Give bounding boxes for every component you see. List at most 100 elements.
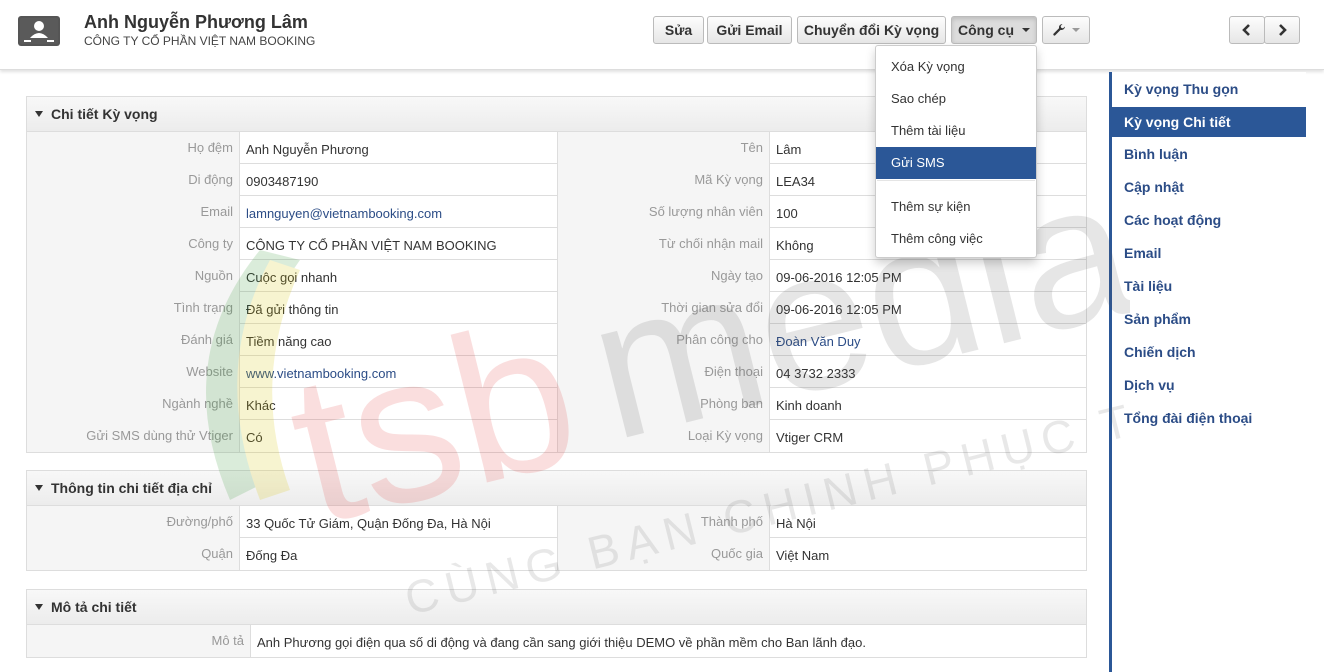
field-label: Gửi SMS dùng thử Vtiger bbox=[27, 420, 240, 452]
nav-item-email[interactable]: Email bbox=[1112, 238, 1306, 268]
field-label: Tên bbox=[558, 132, 770, 164]
field-value: Việt Nam bbox=[776, 548, 830, 563]
field-label: Phòng ban bbox=[558, 388, 770, 420]
field-value: Đống Đa bbox=[240, 538, 558, 570]
field-value: Có bbox=[240, 420, 558, 452]
edit-button[interactable]: Sửa bbox=[653, 16, 704, 44]
nav-item-details[interactable]: Kỳ vọng Chi tiết bbox=[1112, 107, 1306, 137]
field-value[interactable]: www.vietnambooking.com bbox=[240, 356, 558, 388]
block-title: Chi tiết Kỳ vọng bbox=[51, 106, 158, 122]
field-label: Điện thoại bbox=[558, 356, 770, 388]
table-row: Mô tả Anh Phương gọi điện qua số di động… bbox=[27, 625, 1086, 657]
field-label: Đường/phố bbox=[27, 506, 240, 538]
field-value[interactable]: lamnguyen@vietnambooking.com bbox=[240, 196, 558, 228]
field-label: Công ty bbox=[27, 228, 240, 260]
field-label: Di động bbox=[27, 164, 240, 196]
nav-item-campaigns[interactable]: Chiến dịch bbox=[1112, 337, 1306, 367]
field-value: Vtiger CRM bbox=[776, 430, 844, 445]
nav-item-comments[interactable]: Bình luận bbox=[1112, 139, 1306, 169]
field-value: Khác bbox=[240, 388, 558, 420]
field-value: 04 3732 2333 bbox=[776, 366, 856, 381]
menu-item-add-document[interactable]: Thêm tài liệu bbox=[876, 115, 1036, 147]
field-value: Kinh doanh bbox=[776, 398, 842, 413]
table-row: Quận Đống Đa Quốc gia Việt Nam bbox=[27, 538, 1086, 570]
tools-dropdown-button[interactable]: Công cụ bbox=[951, 16, 1037, 44]
settings-dropdown-button[interactable] bbox=[1042, 16, 1090, 44]
record-header: Anh Nguyễn Phương Lâm CÔNG TY CỔ PHẦN VI… bbox=[0, 0, 1324, 70]
table-row: Tình trạng Đã gửi thông tin Thời gian sửa … bbox=[27, 292, 1086, 324]
field-label: Loại Kỳ vọng bbox=[558, 420, 770, 452]
block-title: Thông tin chi tiết địa chỉ bbox=[51, 480, 212, 496]
contact-card-icon bbox=[18, 16, 60, 46]
field-label: Từ chối nhận mail bbox=[558, 228, 770, 260]
previous-record-button[interactable] bbox=[1229, 16, 1265, 44]
nav-item-services[interactable]: Dịch vụ bbox=[1112, 370, 1306, 400]
nav-item-updates[interactable]: Cập nhật bbox=[1112, 172, 1306, 202]
convert-lead-button[interactable]: Chuyển đổi Kỳ vọng bbox=[797, 16, 946, 44]
nav-item-activities[interactable]: Các hoạt động bbox=[1112, 205, 1306, 235]
field-value[interactable]: Đoàn Văn Duy bbox=[770, 324, 1086, 356]
menu-item-send-sms[interactable]: Gửi SMS bbox=[876, 147, 1036, 179]
address-header[interactable]: Thông tin chi tiết địa chỉ bbox=[27, 471, 1086, 506]
collapse-triangle-icon bbox=[35, 604, 43, 610]
caret-down-icon bbox=[1022, 28, 1030, 32]
field-label: Số lượng nhân viên bbox=[558, 196, 770, 228]
field-value: Đã gửi thông tin bbox=[240, 292, 558, 324]
next-record-button[interactable] bbox=[1264, 16, 1300, 44]
wrench-icon bbox=[1053, 23, 1065, 36]
nav-item-summary[interactable]: Kỳ vọng Thu gọn bbox=[1112, 74, 1306, 104]
field-label: Quận bbox=[27, 538, 240, 570]
field-label: Mô tả bbox=[27, 625, 251, 657]
description-header[interactable]: Mô tả chi tiết bbox=[27, 590, 1086, 625]
field-value: Anh Phương gọi điện qua số di động và đa… bbox=[257, 635, 866, 650]
field-value: Tiềm năng cao bbox=[240, 324, 558, 356]
menu-divider bbox=[877, 180, 1035, 181]
field-label: Ngày tạo bbox=[558, 260, 770, 292]
address-block: Thông tin chi tiết địa chỉ Đường/phố 33 Q… bbox=[26, 470, 1087, 571]
field-value: 09-06-2016 12:05 PM bbox=[776, 302, 902, 317]
field-value: 09-06-2016 12:05 PM bbox=[776, 270, 902, 285]
field-label: Ngành nghề bbox=[27, 388, 240, 420]
menu-item-duplicate[interactable]: Sao chép bbox=[876, 83, 1036, 115]
field-value: 33 Quốc Tử Giám, Quận Đống Đa, Hà Nội bbox=[240, 506, 558, 538]
field-label: Nguồn bbox=[27, 260, 240, 292]
field-value: 0903487190 bbox=[240, 164, 558, 196]
send-email-button[interactable]: Gửi Email bbox=[707, 16, 792, 44]
field-label: Mã Kỳ vọng bbox=[558, 164, 770, 196]
nav-item-call-center[interactable]: Tổng đài điện thoại bbox=[1112, 403, 1306, 433]
description-block: Mô tả chi tiết Mô tả Anh Phương gọi điện… bbox=[26, 589, 1087, 658]
caret-down-icon bbox=[1072, 28, 1080, 32]
nav-item-products[interactable]: Sản phẩm bbox=[1112, 304, 1306, 334]
table-row: Website www.vietnambooking.com Điện thoại 0… bbox=[27, 356, 1086, 388]
field-label: Tình trạng bbox=[27, 292, 240, 324]
field-label: Đánh giá bbox=[27, 324, 240, 356]
table-row: Đánh giá Tiềm năng cao Phân công cho Đoàn V… bbox=[27, 324, 1086, 356]
field-label: Website bbox=[27, 356, 240, 388]
chevron-right-icon bbox=[1279, 24, 1287, 36]
tools-menu: Xóa Kỳ vọng Sao chép Thêm tài liệu Gửi S… bbox=[875, 45, 1037, 258]
field-value: CÔNG TY CỔ PHẦN VIỆT NAM BOOKING bbox=[240, 228, 558, 260]
table-row: Nguồn Cuộc gọi nhanh Ngày tạo 09-06-2016 12… bbox=[27, 260, 1086, 292]
field-label: Email bbox=[27, 196, 240, 228]
record-company: CÔNG TY CỔ PHẦN VIỆT NAM BOOKING bbox=[84, 34, 316, 48]
field-label: Họ đệm bbox=[27, 132, 240, 164]
field-value: Hà Nội bbox=[776, 516, 816, 531]
collapse-triangle-icon bbox=[35, 111, 43, 117]
table-row: Ngành nghề Khác Phòng ban Kinh doanh bbox=[27, 388, 1086, 420]
chevron-left-icon bbox=[1242, 24, 1250, 36]
record-title: Anh Nguyễn Phương Lâm bbox=[84, 12, 308, 32]
field-label: Phân công cho bbox=[558, 324, 770, 356]
menu-item-add-task[interactable]: Thêm công việc bbox=[876, 223, 1036, 255]
nav-item-documents[interactable]: Tài liệu bbox=[1112, 271, 1306, 301]
menu-item-add-event[interactable]: Thêm sự kiện bbox=[876, 191, 1036, 223]
tools-label: Công cụ bbox=[958, 22, 1014, 38]
field-value: Cuộc gọi nhanh bbox=[240, 260, 558, 292]
field-label: Quốc gia bbox=[558, 538, 770, 570]
field-label: Thời gian sửa đổi bbox=[558, 292, 770, 324]
field-label: Thành phố bbox=[558, 506, 770, 538]
field-value: Anh Nguyễn Phương bbox=[240, 132, 558, 164]
block-title: Mô tả chi tiết bbox=[51, 599, 137, 615]
menu-item-delete[interactable]: Xóa Kỳ vọng bbox=[876, 51, 1036, 83]
table-row: Gửi SMS dùng thử Vtiger Có Loại Kỳ vọng Vti… bbox=[27, 420, 1086, 452]
table-row: Đường/phố 33 Quốc Tử Giám, Quận Đống Đa, … bbox=[27, 506, 1086, 538]
